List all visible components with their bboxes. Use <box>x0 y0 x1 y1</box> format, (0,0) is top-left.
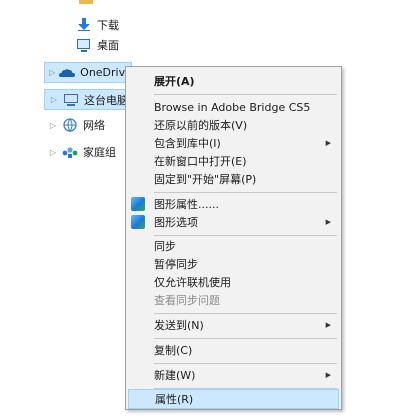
submenu-arrow-icon: ▶ <box>325 139 331 147</box>
tree-item-homegroup-label: 家庭组 <box>83 146 116 159</box>
menu-item-label: 图形选项 <box>154 216 198 229</box>
intel-graphics-icon <box>131 215 145 229</box>
menu-separator <box>154 192 337 193</box>
menu-item-include-in-library[interactable]: 包含到库中(I) ▶ <box>128 133 339 153</box>
menu-item-graphics-options[interactable]: 图形选项 ▶ <box>128 212 339 232</box>
explorer-screenshot: 下载 桌面 ▷ OneDrive ▷ 这台电脑 ▷ 网络 ▷ 家庭组 展开(A)… <box>0 0 407 416</box>
intel-graphics-icon <box>131 197 145 211</box>
chevron-right-icon[interactable]: ▷ <box>49 68 55 77</box>
desktop-icon <box>76 38 92 52</box>
menu-item-open-new-window[interactable]: 在新窗口中打开(E) <box>128 151 339 171</box>
tree-item-desktop[interactable]: 桌面 <box>62 35 119 55</box>
context-menu: 展开(A) Browse in Adobe Bridge CS5 还原以前的版本… <box>125 66 342 410</box>
menu-item-label: 新建(W) <box>154 369 196 382</box>
menu-item-label: 在新窗口中打开(E) <box>154 155 247 168</box>
menu-item-label: 展开(A) <box>154 75 195 88</box>
menu-item-new[interactable]: 新建(W) ▶ <box>128 365 339 385</box>
submenu-arrow-icon: ▶ <box>325 371 331 379</box>
menu-item-pin-to-start[interactable]: 固定到"开始"屏幕(P) <box>128 169 339 189</box>
menu-item-pause-sync[interactable]: 暂停同步 <box>128 254 339 274</box>
menu-item-restore-previous[interactable]: 还原以前的版本(V) <box>128 115 339 135</box>
network-icon <box>62 118 78 132</box>
menu-item-label: 查看同步问题 <box>154 294 220 307</box>
menu-item-label: 发送到(N) <box>154 319 204 332</box>
menu-item-browse-bridge[interactable]: Browse in Adobe Bridge CS5 <box>128 97 339 117</box>
menu-separator <box>154 94 337 95</box>
menu-item-label: 固定到"开始"屏幕(P) <box>154 173 257 186</box>
chevron-right-icon[interactable]: ▷ <box>49 95 59 104</box>
chevron-right-icon[interactable]: ▷ <box>48 121 58 130</box>
menu-item-offline-only[interactable]: 仅允许联机使用 <box>128 272 339 292</box>
menu-item-label: 复制(C) <box>154 344 193 357</box>
submenu-arrow-icon: ▶ <box>325 218 331 226</box>
menu-item-graphics-properties[interactable]: 图形属性...... <box>128 194 339 214</box>
menu-item-label: 包含到库中(I) <box>154 137 221 150</box>
tree-item-downloads-label: 下载 <box>97 19 119 32</box>
menu-item-copy[interactable]: 复制(C) <box>128 340 339 360</box>
tree-item-homegroup[interactable]: ▷ 家庭组 <box>48 142 116 162</box>
menu-separator <box>154 313 337 314</box>
menu-separator <box>154 363 337 364</box>
menu-item-label: 同步 <box>154 240 176 253</box>
tree-item-network-label: 网络 <box>83 119 105 132</box>
submenu-arrow-icon: ▶ <box>325 321 331 329</box>
menu-item-expand[interactable]: 展开(A) <box>128 71 339 91</box>
tree-item-onedrive[interactable]: ▷ OneDrive <box>44 62 132 83</box>
menu-item-properties[interactable]: 属性(R) <box>128 389 339 409</box>
tree-item-network[interactable]: ▷ 网络 <box>48 115 105 135</box>
menu-item-view-sync-issues: 查看同步问题 <box>128 290 339 310</box>
menu-item-label: 仅允许联机使用 <box>154 276 231 289</box>
tree-item-this-pc-label: 这台电脑 <box>84 93 128 107</box>
menu-item-send-to[interactable]: 发送到(N) ▶ <box>128 315 339 335</box>
tree-item-partial[interactable] <box>62 0 99 8</box>
download-icon <box>76 18 92 32</box>
computer-icon <box>63 93 79 107</box>
menu-item-label: 图形属性...... <box>154 198 219 211</box>
tree-item-desktop-label: 桌面 <box>97 39 119 52</box>
tree-item-downloads[interactable]: 下载 <box>62 15 119 35</box>
menu-item-label: 暂停同步 <box>154 258 198 271</box>
menu-separator <box>154 338 337 339</box>
homegroup-icon <box>62 145 78 159</box>
folder-icon <box>78 0 94 5</box>
menu-item-label: Browse in Adobe Bridge CS5 <box>154 100 311 114</box>
menu-item-label: 还原以前的版本(V) <box>154 119 248 132</box>
cloud-icon <box>59 66 76 80</box>
tree-item-this-pc[interactable]: ▷ 这台电脑 <box>44 89 132 110</box>
menu-item-sync[interactable]: 同步 <box>128 236 339 256</box>
chevron-right-icon[interactable]: ▷ <box>48 148 58 157</box>
menu-item-label: 属性(R) <box>155 393 194 406</box>
